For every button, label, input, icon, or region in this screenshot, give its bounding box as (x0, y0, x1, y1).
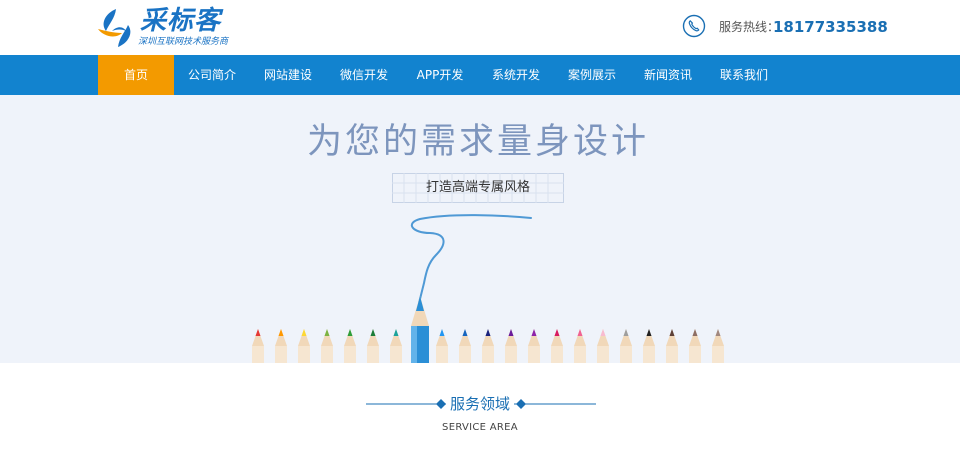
hotline-label: 服务热线： (719, 20, 780, 34)
pencil (459, 329, 471, 363)
hotline: 服务热线： 18177335388 (682, 14, 888, 40)
pencil (275, 329, 287, 363)
pencil (298, 329, 310, 363)
pencil-row (252, 329, 724, 363)
nav-item-app[interactable]: APP开发 (402, 55, 478, 95)
nav-item-wechat[interactable]: 微信开发 (326, 55, 402, 95)
pencil (344, 329, 356, 363)
pencil (689, 329, 701, 363)
blue-pencil (411, 296, 429, 363)
pencil (643, 329, 655, 363)
hero-banner: 为您的需求量身设计 打造高端专属风格 (0, 95, 960, 363)
pencil (505, 329, 517, 363)
pencil (528, 329, 540, 363)
section-title: 服务领域 (0, 395, 960, 413)
site-header: 采标客 深圳互联网技术服务商 服务热线： 18177335388 (0, 0, 960, 55)
logo-tagline: 深圳互联网技术服务商 (138, 37, 229, 47)
pencil (597, 329, 609, 363)
pencil (482, 329, 494, 363)
nav-item-contact[interactable]: 联系我们 (706, 55, 782, 95)
nav-item-about[interactable]: 公司简介 (174, 55, 250, 95)
service-section: 服务领域 SERVICE AREA (0, 363, 960, 450)
phone-icon (682, 14, 706, 38)
nav-item-system[interactable]: 系统开发 (478, 55, 554, 95)
pencil (252, 329, 264, 363)
scribble-line (410, 214, 532, 304)
nav-item-news[interactable]: 新闻资讯 (630, 55, 706, 95)
section-subtitle: SERVICE AREA (442, 422, 518, 433)
pencil (551, 329, 563, 363)
logo-name: 采标客 (140, 6, 222, 36)
pencil (666, 329, 678, 363)
main-nav: 首页 公司简介 网站建设 微信开发 APP开发 系统开发 案例展示 新闻资讯 联… (0, 55, 960, 95)
pencil (321, 329, 333, 363)
swirl-leaf-logo-icon (98, 9, 131, 47)
banner-subtitle-box: 打造高端专属风格 (392, 173, 564, 203)
pencil (620, 329, 632, 363)
banner-title: 为您的需求量身设计 (306, 122, 649, 162)
logo[interactable]: 采标客 深圳互联网技术服务商 (96, 5, 266, 51)
pencil (436, 329, 448, 363)
pencil (390, 329, 402, 363)
pencil (367, 329, 379, 363)
nav-list: 首页 公司简介 网站建设 微信开发 APP开发 系统开发 案例展示 新闻资讯 联… (98, 55, 782, 95)
section-title-text: 服务领域 (445, 395, 514, 413)
hotline-number[interactable]: 18177335388 (773, 18, 888, 36)
pencil (712, 329, 724, 363)
pencil (574, 329, 586, 363)
banner-subtitle: 打造高端专属风格 (425, 180, 530, 195)
nav-item-home[interactable]: 首页 (98, 55, 174, 95)
nav-item-website[interactable]: 网站建设 (250, 55, 326, 95)
nav-item-cases[interactable]: 案例展示 (554, 55, 630, 95)
